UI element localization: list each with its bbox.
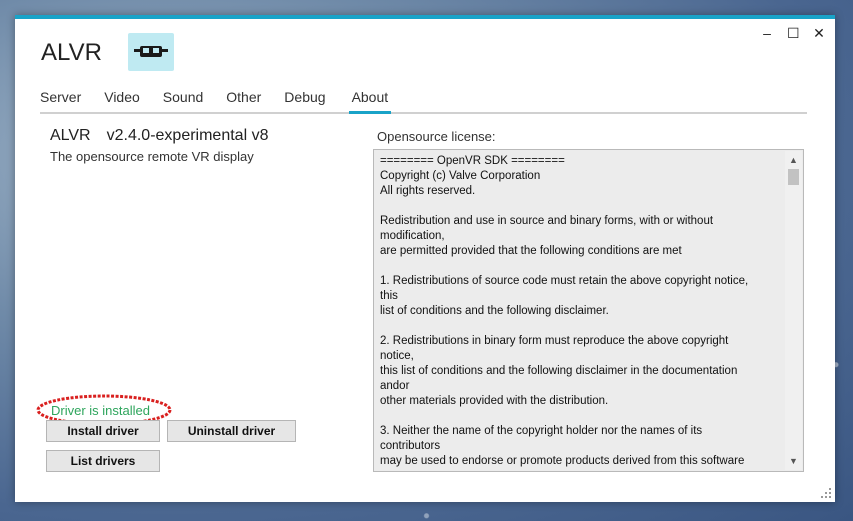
vr-headset-icon	[128, 33, 174, 71]
resize-grip-icon[interactable]	[821, 488, 831, 498]
license-scrollbar[interactable]: ▲ ▼	[785, 151, 802, 470]
scroll-down-icon[interactable]: ▼	[785, 454, 802, 468]
license-label: Opensource license:	[377, 129, 496, 144]
tab-other[interactable]: Other	[226, 86, 261, 112]
list-drivers-button[interactable]: List drivers	[46, 450, 160, 472]
tab-debug[interactable]: Debug	[284, 86, 325, 112]
about-info: ALVR v2.4.0-experimental v8 The opensourc…	[50, 127, 268, 164]
app-name: ALVR	[50, 127, 91, 144]
app-title: ALVR	[41, 39, 102, 66]
install-driver-button[interactable]: Install driver	[46, 420, 160, 442]
scroll-thumb[interactable]	[788, 169, 799, 185]
tab-bar: Server Video Sound Other Debug About	[40, 86, 807, 114]
driver-status-text: Driver is installed	[51, 403, 150, 418]
tab-video[interactable]: Video	[104, 86, 140, 112]
app-window: – ☐ ✕ ALVR Server Video Sound Other Debu…	[15, 15, 835, 502]
app-name-line: ALVR v2.4.0-experimental v8	[50, 127, 268, 145]
close-button[interactable]: ✕	[813, 25, 825, 42]
license-text: ======== OpenVR SDK ======== Copyright (…	[380, 155, 749, 467]
uninstall-driver-button[interactable]: Uninstall driver	[167, 420, 296, 442]
tab-sound[interactable]: Sound	[163, 86, 203, 112]
license-textbox[interactable]: ======== OpenVR SDK ======== Copyright (…	[373, 149, 804, 472]
minimize-button[interactable]: –	[761, 25, 773, 42]
app-version: v2.4.0-experimental v8	[106, 127, 269, 144]
tab-server[interactable]: Server	[40, 86, 81, 112]
window-controls: – ☐ ✕	[761, 25, 825, 42]
app-tagline: The opensource remote VR display	[50, 149, 254, 164]
tab-about[interactable]: About	[348, 86, 392, 114]
maximize-button[interactable]: ☐	[787, 25, 800, 42]
scroll-up-icon[interactable]: ▲	[785, 153, 802, 167]
